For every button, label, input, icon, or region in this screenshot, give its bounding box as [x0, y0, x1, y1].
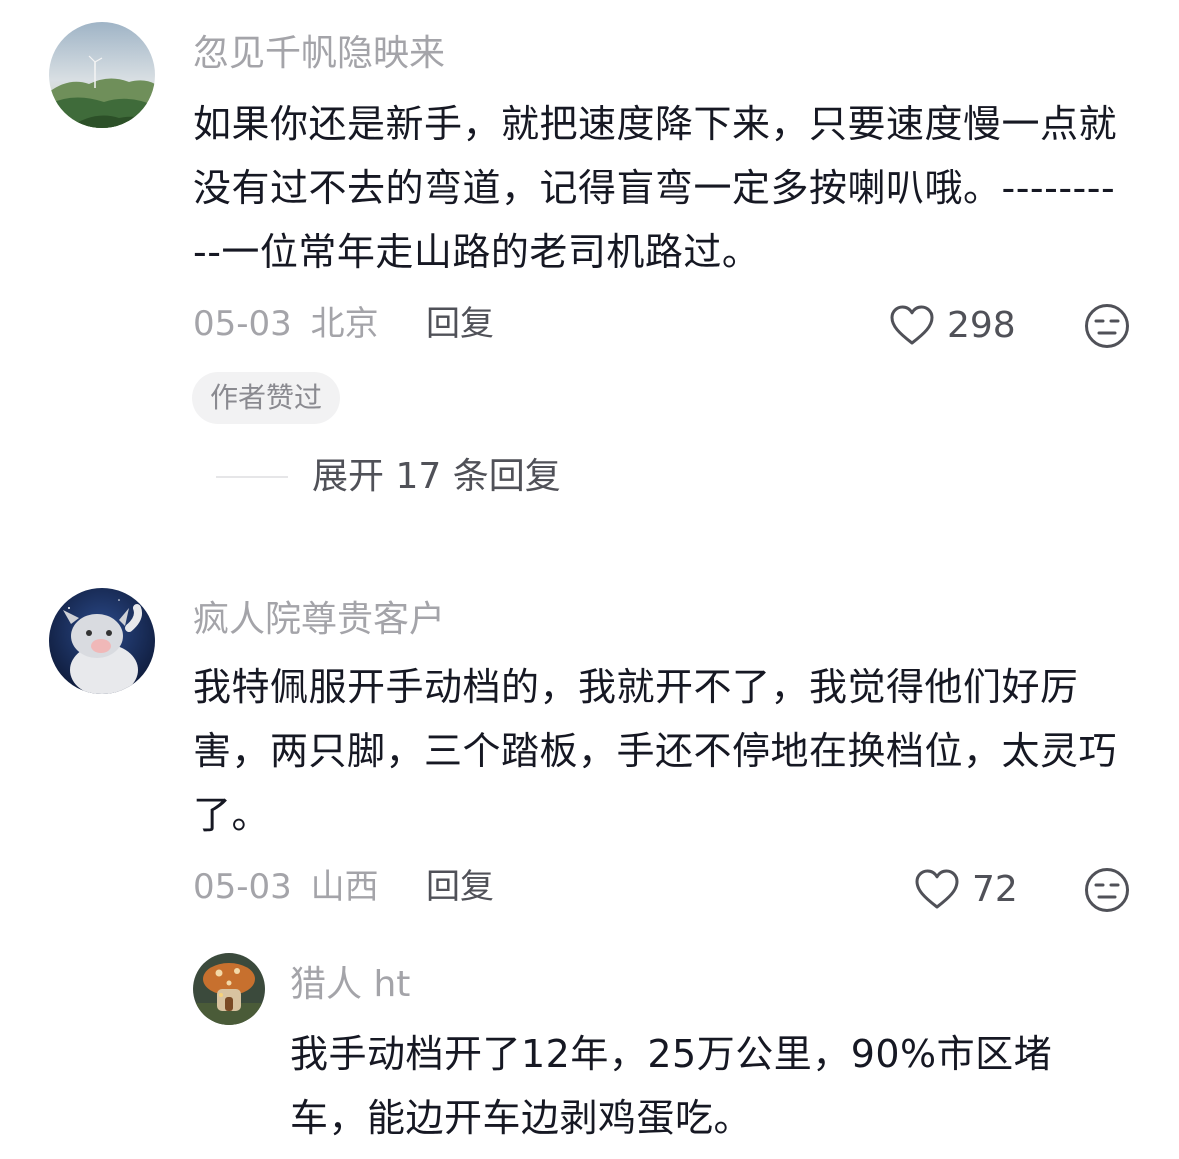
- heart-icon: [890, 305, 934, 345]
- commenter-name[interactable]: 忽见千帆隐映来: [193, 32, 445, 76]
- commenter-avatar[interactable]: [49, 588, 155, 694]
- expand-divider: [216, 476, 288, 478]
- comment-date: 05-03 山西: [193, 865, 379, 909]
- reply-button[interactable]: 回复: [426, 865, 494, 909]
- like-count: 298: [947, 304, 1016, 346]
- comment-date: 05-03 北京: [193, 302, 379, 346]
- comment-location: 北京: [310, 304, 379, 344]
- replier-avatar[interactable]: [193, 953, 265, 1025]
- like-button[interactable]: 72: [914, 868, 1018, 910]
- replier-name[interactable]: 猎人 ht: [290, 963, 410, 1007]
- mushroom-house-avatar-icon: [193, 953, 265, 1025]
- comment-date-value: 05-03: [193, 867, 292, 907]
- commenter-name[interactable]: 疯人院尊贵客户: [193, 598, 445, 642]
- reply-button[interactable]: 回复: [426, 302, 494, 346]
- comment-item: 忽见千帆隐映来 如果你还是新手，就把速度降下来，只要速度慢一点就没有过不去的弯道…: [0, 0, 1179, 520]
- like-count: 72: [972, 868, 1018, 910]
- expand-replies-button[interactable]: 展开 17 条回复: [312, 455, 561, 499]
- landscape-avatar-icon: [49, 22, 155, 128]
- reply-text: 我手动档开了12年，25万公里，90%市区堵车，能边开车边剥鸡蛋吃。: [290, 1032, 1053, 1140]
- cat-avatar-icon: [49, 588, 155, 694]
- comment-date-value: 05-03: [193, 304, 292, 344]
- emoji-reaction-icon[interactable]: [1084, 303, 1130, 349]
- comment-text: 我特佩服开手动档的，我就开不了，我觉得他们好厉害，两只脚，三个踏板，手还不停地在…: [193, 665, 1118, 837]
- comment-location: 山西: [310, 867, 379, 907]
- emoji-reaction-icon[interactable]: [1084, 867, 1130, 913]
- comment-text: 如果你还是新手，就把速度降下来，只要速度慢一点就没有过不去的弯道，记得盲弯一定多…: [193, 102, 1118, 274]
- heart-icon: [915, 869, 959, 909]
- commenter-avatar[interactable]: [49, 22, 155, 128]
- comment-item: 疯人院尊贵客户 我特佩服开手动档的，我就开不了，我觉得他们好厉害，两只脚，三个踏…: [0, 560, 1179, 1159]
- author-liked-badge: 作者赞过: [192, 372, 341, 424]
- like-button[interactable]: 298: [889, 304, 1016, 346]
